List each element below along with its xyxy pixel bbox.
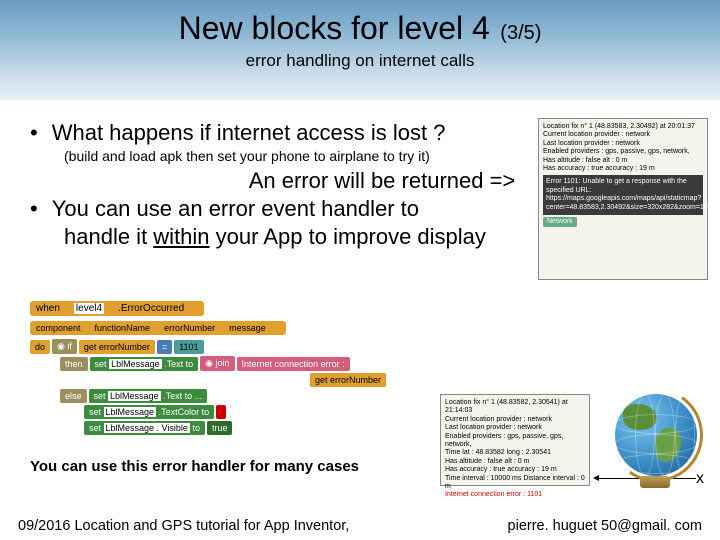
- error-toast: Error 1101: Unable to get a response wit…: [543, 175, 703, 215]
- event-header: whenlevel4.ErrorOccurred: [30, 301, 204, 316]
- network-button: Network: [543, 217, 577, 227]
- get-errnum: get errorNumber: [79, 340, 155, 354]
- set-block: set LblMessage .Text to ...: [89, 389, 208, 403]
- if-block: ◉ if: [52, 339, 77, 354]
- set-block: set LblMessage .Text to: [90, 357, 199, 371]
- footer-left: 09/2016 Location and GPS tutorial for Ap…: [18, 518, 349, 534]
- bullet-2-underline: within: [153, 224, 209, 249]
- eq-op: =: [157, 340, 172, 354]
- get-errnum2: get errorNumber: [310, 373, 386, 387]
- footer: 09/2016 Location and GPS tutorial for Ap…: [0, 518, 720, 534]
- bool-true: true: [207, 421, 233, 435]
- title-band: New blocks for level 4 (3/5) error handl…: [0, 0, 720, 100]
- then-label: then: [60, 357, 88, 371]
- title-main: New blocks for level 4: [179, 10, 490, 46]
- title-counter: (3/5): [500, 22, 541, 44]
- bullet-2-line2c: your App to improve display: [210, 224, 486, 249]
- bullet-dot: •: [30, 120, 38, 146]
- set-visible: set LblMessage . Visible to: [84, 421, 205, 435]
- num-1101: 1101: [174, 340, 203, 354]
- bullet-2-line2a: handle it: [64, 224, 153, 249]
- globe-icon: [606, 388, 706, 488]
- phone-screenshot-handled: Location fix n° 1 (48.83582, 2.30541) at…: [440, 394, 590, 486]
- footer-right: pierre. huguet 50@gmail. com: [508, 518, 702, 534]
- bullet-dot: •: [30, 196, 38, 222]
- bullet-2-line1: You can use an error event handler to: [52, 196, 419, 222]
- str-literal: Internet connection error :: [237, 357, 350, 371]
- join-block: ◉ join: [200, 356, 234, 371]
- summary-note: You can use this error handler for many …: [30, 458, 359, 475]
- handled-error-text: Internet connection error : 1101: [445, 491, 585, 499]
- do-label: do: [30, 340, 50, 354]
- event-params: componentfunctionNameerrorNumbermessage: [30, 321, 286, 335]
- else-label: else: [60, 389, 87, 403]
- bullet-1: What happens if internet access is lost …: [52, 120, 446, 146]
- set-color: set LblMessage .TextColor to: [84, 405, 214, 419]
- color-swatch: [216, 405, 226, 419]
- phone-screenshot-error: Location fix n° 1 (48.83583, 2.30492) at…: [538, 118, 708, 280]
- code-blocks: whenlevel4.ErrorOccurred componentfuncti…: [30, 298, 510, 448]
- subtitle: error handling on internet calls: [0, 51, 720, 71]
